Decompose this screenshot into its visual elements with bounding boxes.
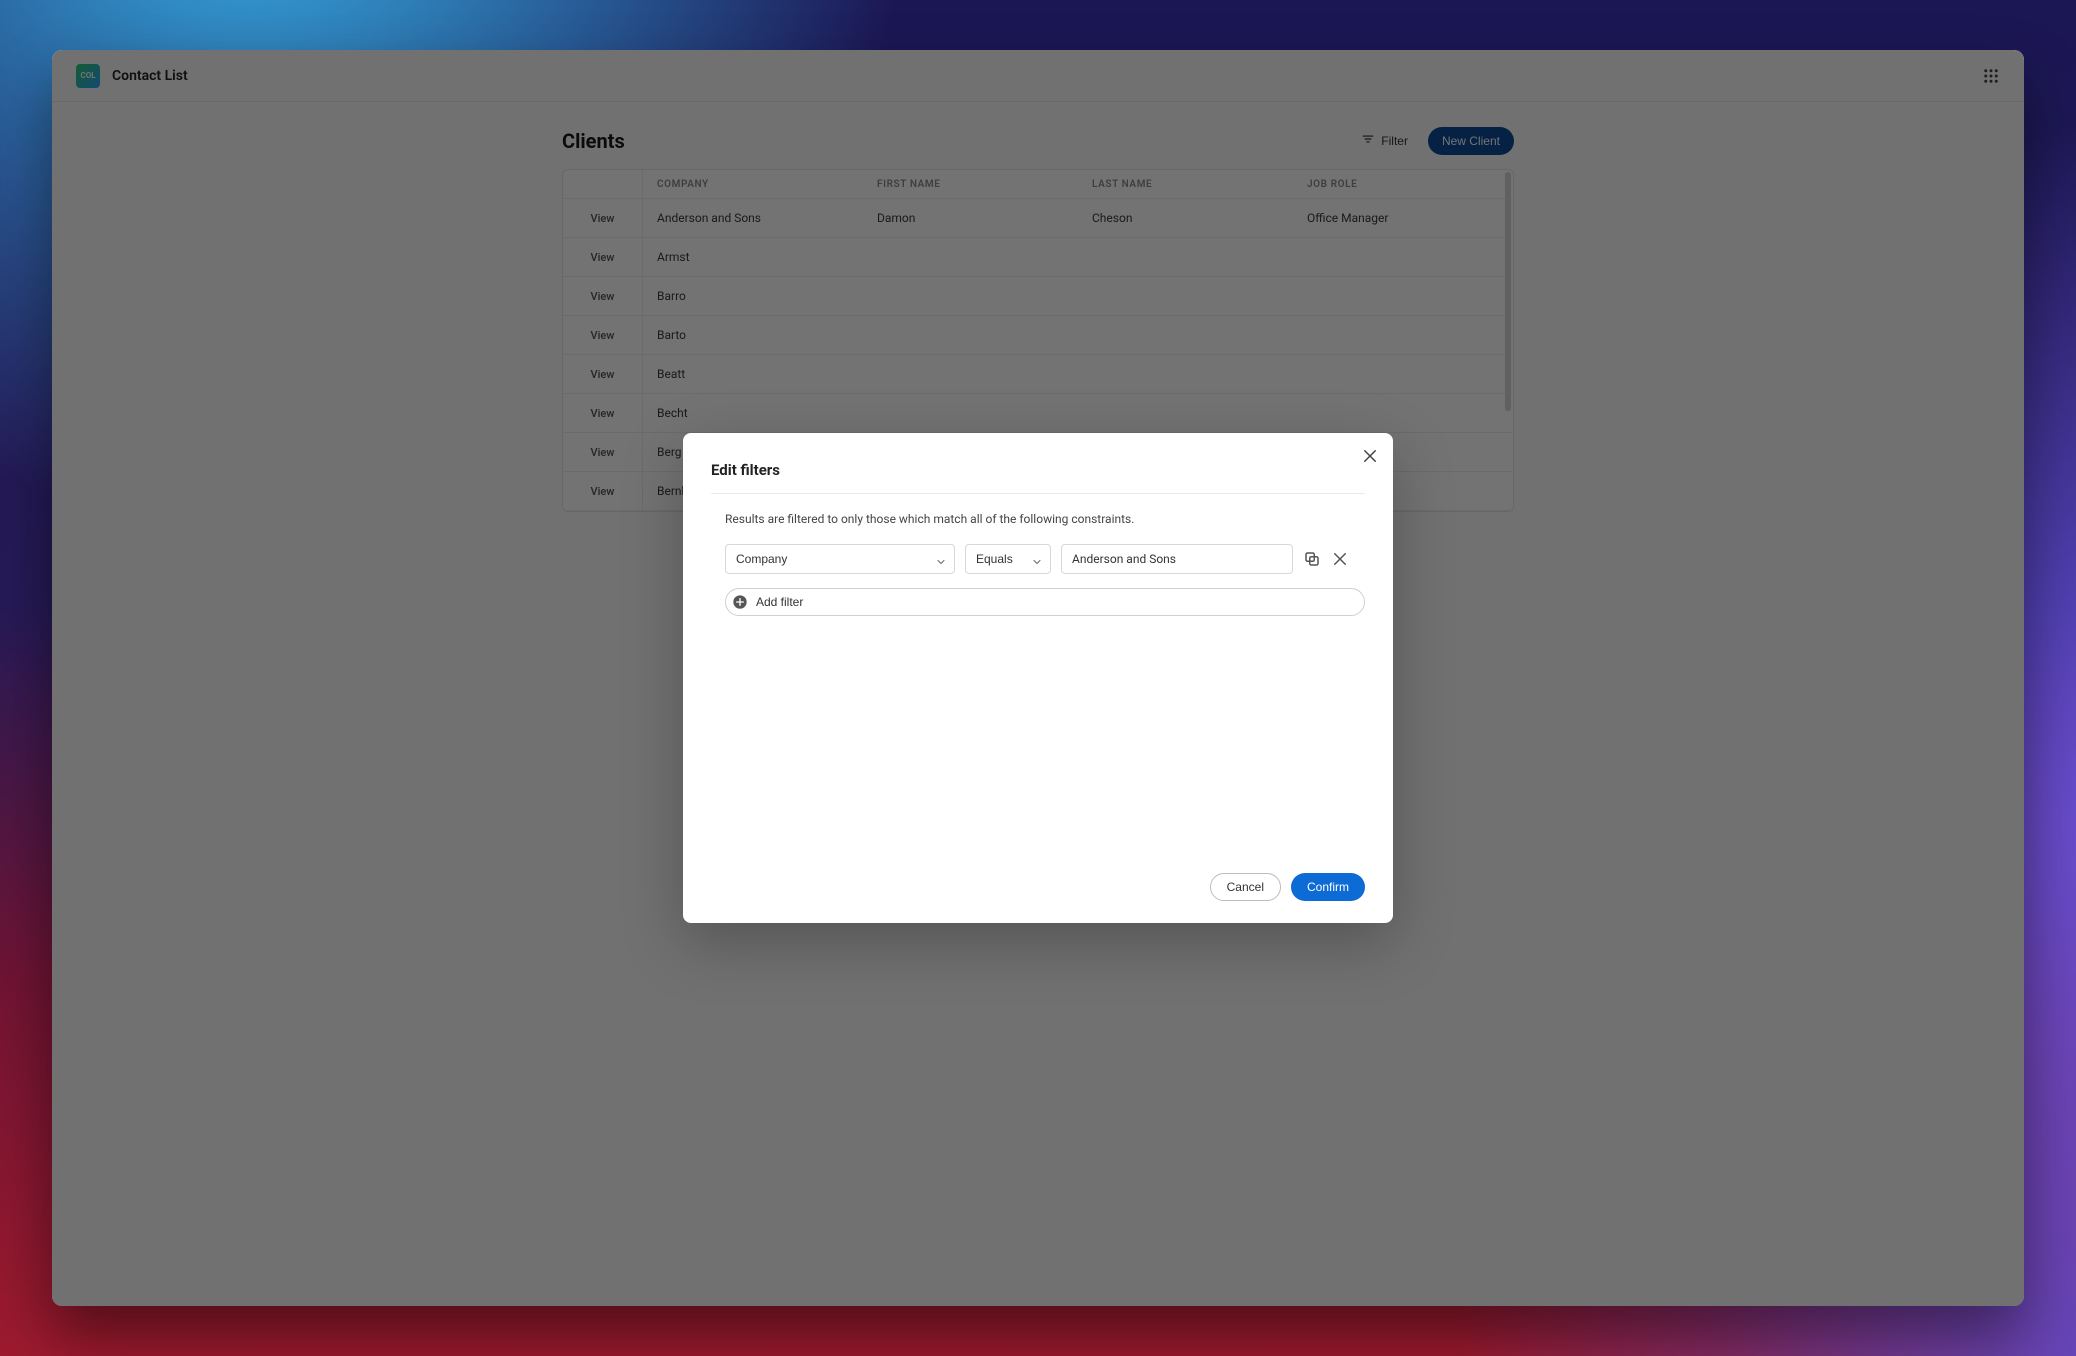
modal-title: Edit filters [711, 461, 1365, 479]
filter-operator-value: Equals [976, 552, 1013, 566]
add-filter-label: Add filter [756, 595, 803, 609]
cancel-button[interactable]: Cancel [1210, 873, 1281, 901]
filter-value-input[interactable] [1061, 544, 1293, 574]
plus-circle-icon [732, 594, 748, 610]
remove-filter-icon[interactable] [1331, 550, 1349, 568]
modal-footer: Cancel Confirm [711, 873, 1365, 901]
filter-row: Company Equals [725, 544, 1365, 574]
app-window: COL Contact List Clients Filter New Clie… [52, 50, 2024, 1306]
confirm-button[interactable]: Confirm [1291, 873, 1365, 901]
duplicate-filter-icon[interactable] [1303, 550, 1321, 568]
modal-divider [711, 493, 1365, 494]
modal-description: Results are filtered to only those which… [725, 512, 1365, 526]
filter-operator-select[interactable]: Equals [965, 544, 1051, 574]
edit-filters-modal: Edit filters Results are filtered to onl… [683, 433, 1393, 923]
close-icon[interactable] [1361, 447, 1379, 465]
add-filter-button[interactable]: Add filter [725, 588, 1365, 616]
filter-field-select[interactable]: Company [725, 544, 955, 574]
filter-field-value: Company [736, 552, 787, 566]
